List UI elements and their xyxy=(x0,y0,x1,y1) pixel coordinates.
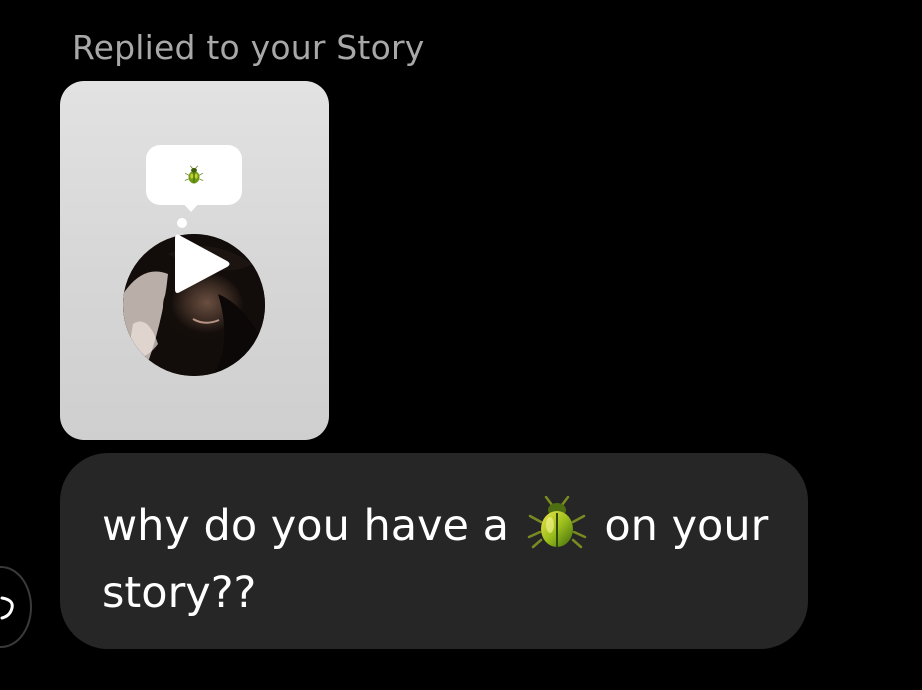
replied-to-story-label: Replied to your Story xyxy=(72,28,425,67)
play-icon[interactable] xyxy=(171,231,233,297)
message-text-before: why do you have a xyxy=(102,501,510,551)
story-preview-card[interactable] xyxy=(60,81,329,440)
dm-thread: Replied to your Story why do you have a … xyxy=(0,0,922,690)
message-text: why do you have a on your story?? xyxy=(102,493,782,627)
thought-bubble-dot xyxy=(177,218,187,228)
thought-bubble-tail xyxy=(180,200,202,212)
beetle-sticker-icon xyxy=(184,165,204,184)
thought-bubble xyxy=(146,145,242,205)
message-bubble[interactable]: why do you have a on your story?? xyxy=(60,453,808,649)
reply-action-button[interactable] xyxy=(0,566,32,648)
beetle-emoji-icon xyxy=(527,496,586,549)
reply-arrow-icon xyxy=(0,596,14,620)
